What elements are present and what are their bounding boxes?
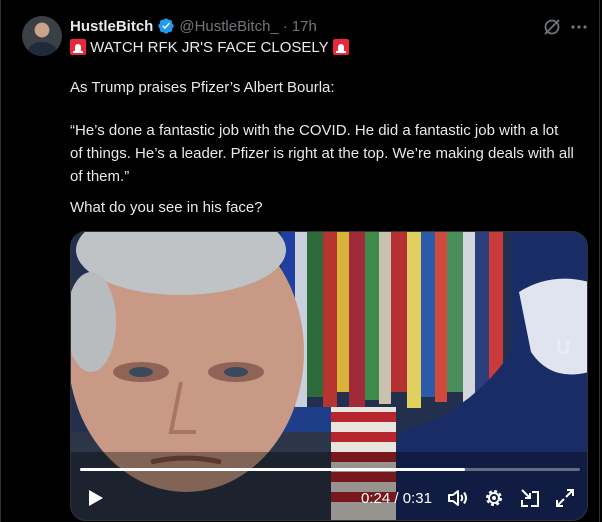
- quote-line: of things. He’s a leader. Pfizer is righ…: [70, 145, 574, 162]
- avatar[interactable]: [22, 16, 62, 56]
- settings-icon[interactable]: [482, 486, 506, 510]
- play-icon[interactable]: [83, 486, 107, 510]
- picture-in-picture-icon[interactable]: [518, 486, 542, 510]
- video-progress-track[interactable]: [80, 468, 580, 471]
- video-frame: U: [71, 232, 587, 520]
- post-time[interactable]: 17h: [292, 18, 317, 35]
- quote-line: of them.”: [70, 168, 130, 185]
- separator-dot: ·: [282, 17, 288, 35]
- quote-line: “He’s done a fantastic job with the COVI…: [70, 122, 559, 139]
- time-separator: /: [394, 490, 399, 507]
- video-timecode: 0:24 / 0:31: [361, 490, 432, 507]
- volume-icon[interactable]: [446, 486, 470, 510]
- post-header: HustleBitch @HustleBitch_ · 17h: [70, 16, 317, 36]
- banner-text: U: [556, 337, 570, 359]
- verified-badge-icon: [158, 18, 175, 34]
- current-time: 0:24: [361, 490, 391, 507]
- siren-icon: [70, 39, 86, 55]
- video-player[interactable]: U 0:24 / 0:31: [70, 231, 588, 521]
- author-name[interactable]: HustleBitch: [70, 18, 153, 35]
- duration: 0:31: [402, 490, 432, 507]
- siren-icon: [332, 39, 349, 55]
- headline: WATCH RFK JR'S FACE CLOSELY: [70, 38, 349, 58]
- quote-text: “He’s done a fantastic job with the COVI…: [70, 119, 590, 188]
- intro-text: As Trump praises Pfizer’s Albert Bourla:: [70, 79, 335, 96]
- more-icon[interactable]: [569, 17, 589, 37]
- author-handle[interactable]: @HustleBitch_: [179, 18, 278, 35]
- grok-icon[interactable]: [542, 17, 562, 37]
- question-text: What do you see in his face?: [70, 199, 263, 216]
- headline-text: WATCH RFK JR'S FACE CLOSELY: [90, 39, 329, 56]
- video-progress-fill: [80, 468, 465, 471]
- post: HustleBitch @HustleBitch_ · 17h WATCH RF…: [0, 0, 600, 522]
- fullscreen-icon[interactable]: [553, 486, 577, 510]
- video-controls: 0:24 / 0:31: [71, 480, 587, 520]
